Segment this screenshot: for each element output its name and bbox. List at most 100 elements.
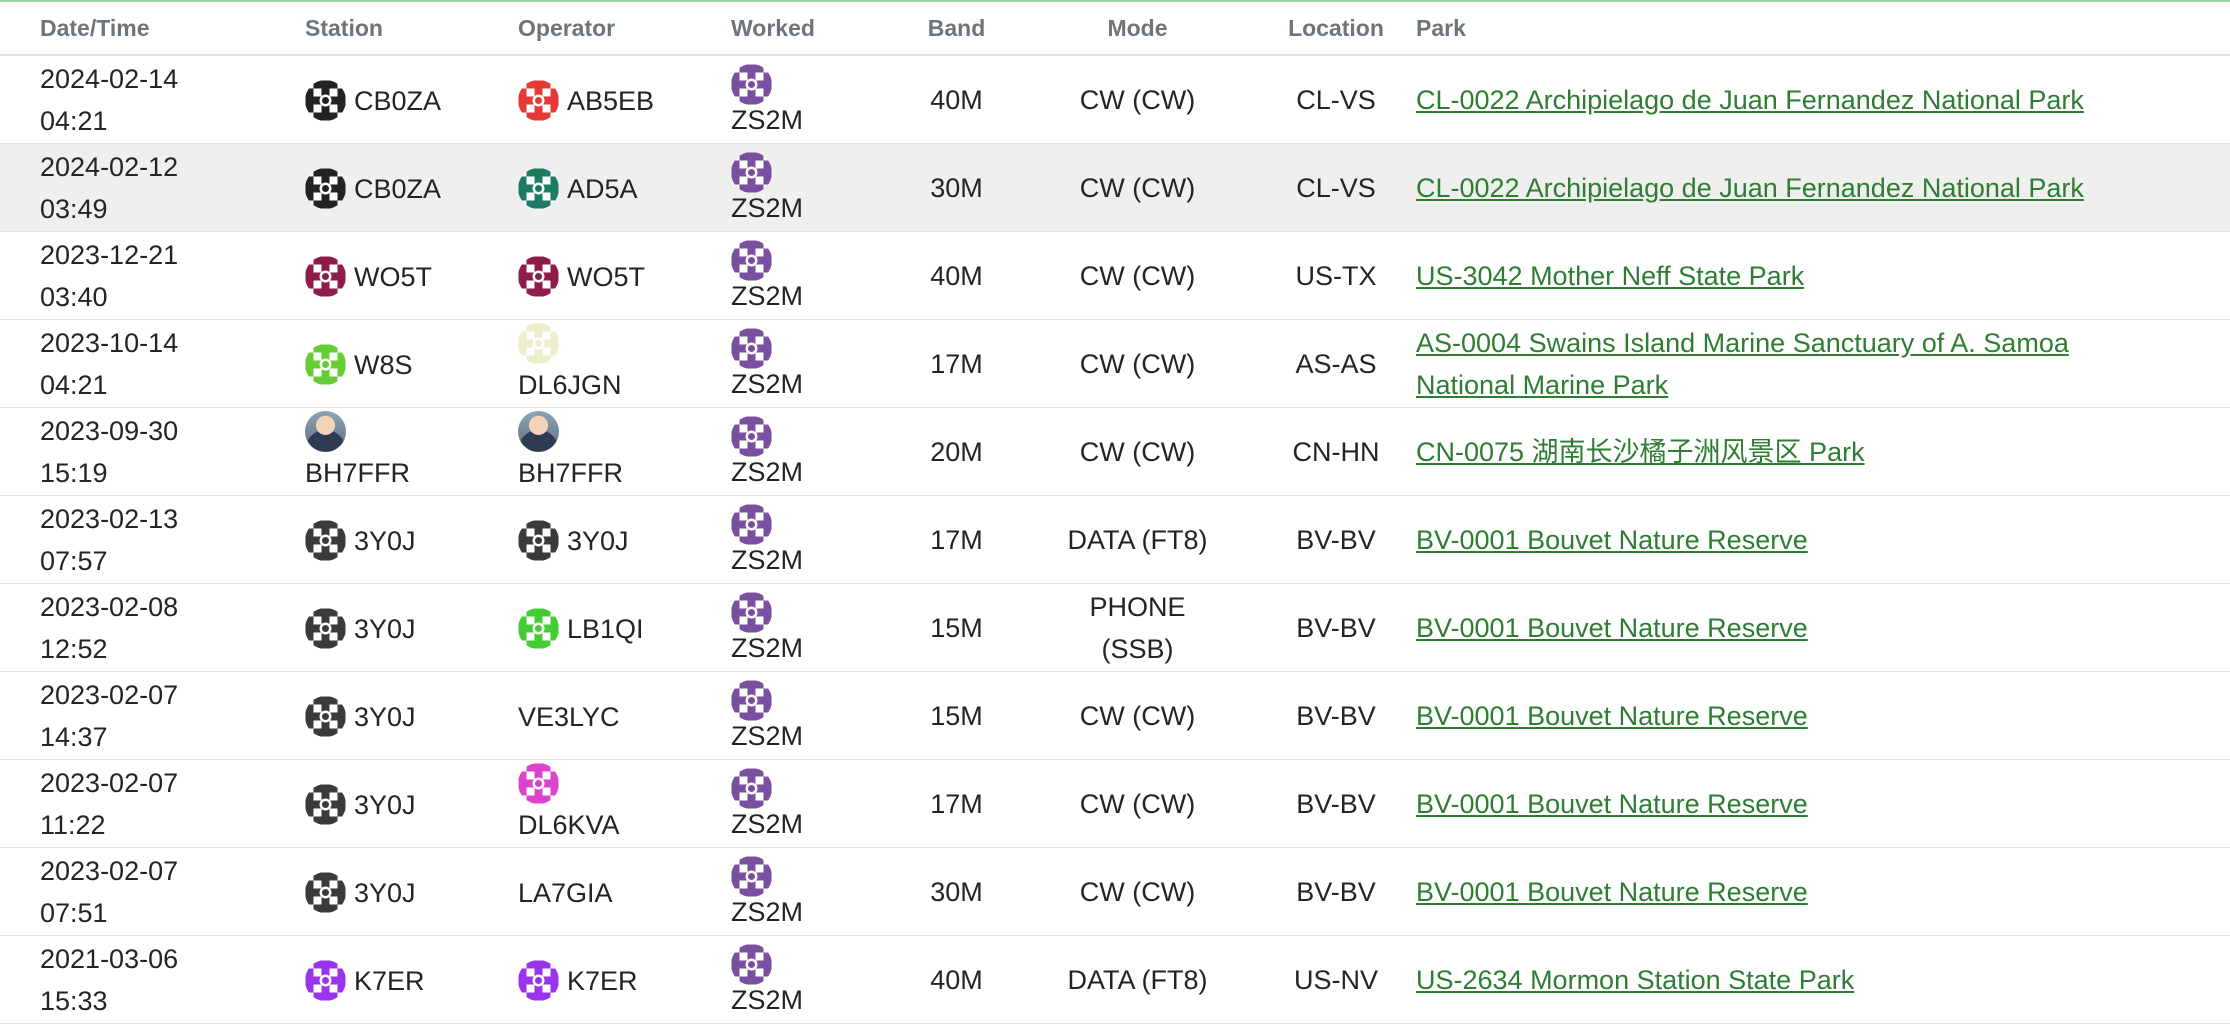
park-link[interactable]: BV-0001 Bouvet Nature Reserve <box>1416 783 2230 825</box>
cell-operator-callsign[interactable]: DL6JGN <box>518 364 731 406</box>
table-row[interactable]: 2023-02-07 07:51 3Y0J LA7GIA ZS2M 30M CW (CW) B… <box>0 847 2230 936</box>
date-text: 2024-02-12 <box>40 151 179 182</box>
cell-operator-callsign[interactable]: WO5T <box>567 261 645 291</box>
cell-operator-callsign[interactable]: LA7GIA <box>518 877 613 907</box>
cell-station-callsign[interactable]: 3Y0J <box>354 613 416 643</box>
cell-mode: DATA (FT8) <box>1019 495 1256 584</box>
cell-park: CL-0022 Archipielago de Juan Fernandez N… <box>1416 143 2230 232</box>
cell-park: BV-0001 Bouvet Nature Reserve <box>1416 847 2230 936</box>
cell-park: AS-0004 Swains Island Marine Sanctuary o… <box>1416 319 2230 408</box>
cell-location: US-NV <box>1256 935 1416 1024</box>
park-link[interactable]: BV-0001 Bouvet Nature Reserve <box>1416 519 2230 561</box>
cell-station-callsign[interactable]: CB0ZA <box>354 173 441 203</box>
cell-datetime: 2024-02-12 03:49 <box>0 143 305 232</box>
park-link[interactable]: CL-0022 Archipielago de Juan Fernandez N… <box>1416 167 2230 209</box>
worked-avatar-icon <box>731 680 772 721</box>
park-link[interactable]: US-3042 Mother Neff State Park <box>1416 255 2230 297</box>
park-link[interactable]: BV-0001 Bouvet Nature Reserve <box>1416 871 2230 913</box>
cell-operator-callsign[interactable]: K7ER <box>567 965 638 995</box>
table-row[interactable]: 2023-12-21 03:40 WO5T WO5T ZS2M 40M CW (CW) US-… <box>0 231 2230 320</box>
cell-mode: PHONE (SSB) <box>1019 583 1256 672</box>
cell-band: 15M <box>894 671 1019 760</box>
table-row[interactable]: 2023-09-30 15:19 BH7FFR BH7FFR ZS2M 20M CW (CW… <box>0 407 2230 496</box>
mode-text: CW (CW) <box>1079 700 1196 731</box>
col-header-worked[interactable]: Worked <box>731 2 894 56</box>
col-header-park[interactable]: Park <box>1416 2 2230 56</box>
operator-avatar-icon <box>518 323 559 364</box>
table-row[interactable]: 2023-02-07 11:22 3Y0J DL6KVA ZS2M 17M CW (CW) B… <box>0 759 2230 848</box>
cell-station: CB0ZA <box>305 143 518 232</box>
col-header-station[interactable]: Station <box>305 2 518 56</box>
cell-station-callsign[interactable]: CB0ZA <box>354 85 441 115</box>
cell-operator-callsign[interactable]: DL6KVA <box>518 804 731 846</box>
qso-log-table: Date/Time Station Operator Worked Band M… <box>0 2 2230 1024</box>
cell-worked: ZS2M <box>731 319 894 408</box>
operator-avatar-icon <box>518 168 559 209</box>
cell-worked: ZS2M <box>731 495 894 584</box>
cell-location: BV-BV <box>1256 847 1416 936</box>
cell-operator-callsign[interactable]: AD5A <box>567 173 638 203</box>
cell-station-callsign[interactable]: BH7FFR <box>305 452 518 494</box>
mode-text: CW (CW) <box>1079 172 1196 203</box>
park-link[interactable]: US-2634 Mormon Station State Park <box>1416 959 2230 1001</box>
cell-station-callsign[interactable]: K7ER <box>354 965 425 995</box>
cell-operator-callsign[interactable]: LB1QI <box>567 613 644 643</box>
col-header-mode[interactable]: Mode <box>1019 2 1256 56</box>
col-header-location[interactable]: Location <box>1256 2 1416 56</box>
cell-mode: CW (CW) <box>1019 671 1256 760</box>
col-header-operator[interactable]: Operator <box>518 2 731 56</box>
table-row[interactable]: 2024-02-12 03:49 CB0ZA AD5A ZS2M 30M CW (CW) CL… <box>0 143 2230 232</box>
worked-avatar-icon <box>731 504 772 545</box>
cell-station-callsign[interactable]: WO5T <box>354 261 432 291</box>
worked-callsign: ZS2M <box>731 105 804 135</box>
cell-location: AS-AS <box>1256 319 1416 408</box>
worked-callsign: ZS2M <box>731 193 804 223</box>
station-avatar-icon <box>305 696 346 737</box>
col-header-band[interactable]: Band <box>894 2 1019 56</box>
station-avatar-icon <box>305 411 346 453</box>
worked-callsign: ZS2M <box>731 721 804 751</box>
station-avatar-icon <box>305 960 346 1001</box>
worked-avatar-icon <box>731 240 772 281</box>
cell-station-callsign[interactable]: W8S <box>354 349 413 379</box>
table-row[interactable]: 2024-02-14 04:21 CB0ZA AB5EB ZS2M 40M CW (CW) C… <box>0 55 2230 144</box>
cell-datetime: 2023-02-08 12:52 <box>0 583 305 672</box>
cell-station: BH7FFR <box>305 407 518 496</box>
table-row[interactable]: 2023-02-13 07:57 3Y0J 3Y0J ZS2M 17M DATA (FT8)… <box>0 495 2230 584</box>
park-link[interactable]: CN-0075 湖南长沙橘子洲风景区 Park <box>1416 431 2230 473</box>
cell-operator-callsign[interactable]: BH7FFR <box>518 452 731 494</box>
mode-subtext: (SSB) <box>1101 633 1174 664</box>
mode-text: CW (CW) <box>1079 876 1196 907</box>
cell-operator-callsign[interactable]: 3Y0J <box>567 525 629 555</box>
cell-datetime: 2023-02-07 07:51 <box>0 847 305 936</box>
park-link[interactable]: CL-0022 Archipielago de Juan Fernandez N… <box>1416 79 2230 121</box>
table-row[interactable]: 2023-10-14 04:21 W8S DL6JGN ZS2M 17M CW (CW) AS… <box>0 319 2230 408</box>
mode-text: CW (CW) <box>1079 348 1196 379</box>
cell-station-callsign[interactable]: 3Y0J <box>354 789 416 819</box>
worked-avatar-icon <box>731 152 772 193</box>
cell-station-callsign[interactable]: 3Y0J <box>354 877 416 907</box>
cell-mode: CW (CW) <box>1019 143 1256 232</box>
table-row[interactable]: 2023-02-07 14:37 3Y0J VE3LYC ZS2M 15M CW (CW) B… <box>0 671 2230 760</box>
cell-worked: ZS2M <box>731 671 894 760</box>
table-row[interactable]: 2021-03-06 15:33 K7ER K7ER ZS2M 40M DATA (FT8)… <box>0 935 2230 1024</box>
park-link[interactable]: BV-0001 Bouvet Nature Reserve <box>1416 607 2230 649</box>
cell-operator-callsign[interactable]: VE3LYC <box>518 701 620 731</box>
cell-station-callsign[interactable]: 3Y0J <box>354 525 416 555</box>
cell-station-callsign[interactable]: 3Y0J <box>354 701 416 731</box>
time-text: 15:33 <box>40 985 108 1016</box>
mode-text: DATA (FT8) <box>1067 524 1208 555</box>
park-link[interactable]: BV-0001 Bouvet Nature Reserve <box>1416 695 2230 737</box>
worked-avatar-icon <box>731 768 772 809</box>
table-row[interactable]: 2023-02-08 12:52 3Y0J LB1QI ZS2M 15M PHONE (SSB… <box>0 583 2230 672</box>
park-link-continued[interactable]: National Marine Park <box>1416 364 2230 406</box>
station-avatar-icon <box>305 344 346 385</box>
date-text: 2023-12-21 <box>40 239 179 270</box>
cell-operator: VE3LYC <box>518 671 731 760</box>
cell-station: CB0ZA <box>305 55 518 144</box>
cell-operator-callsign[interactable]: AB5EB <box>567 85 654 115</box>
col-header-datetime[interactable]: Date/Time <box>0 2 305 56</box>
park-link[interactable]: AS-0004 Swains Island Marine Sanctuary o… <box>1416 322 2230 364</box>
cell-station: 3Y0J <box>305 671 518 760</box>
worked-avatar-icon <box>731 416 772 457</box>
